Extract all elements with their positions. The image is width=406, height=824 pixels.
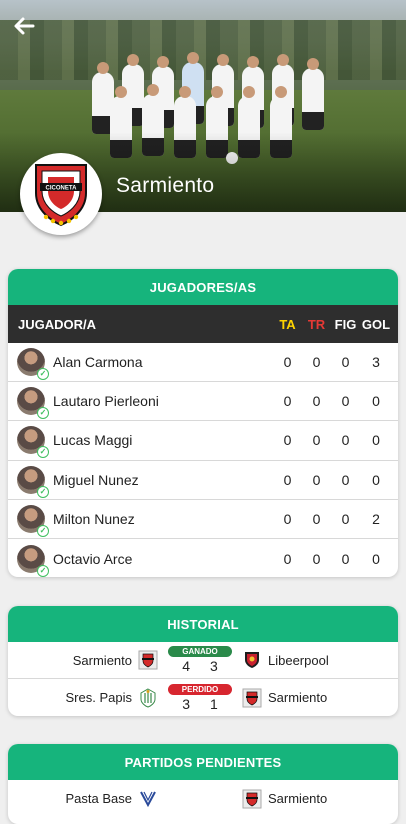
club-shield-icon xyxy=(242,688,262,708)
result-badge-won: GANADO xyxy=(168,646,232,657)
player-ta: 0 xyxy=(283,550,292,567)
player-name: Alan Carmona xyxy=(53,354,143,371)
history-card: HISTORIAL Sarmiento GANADO 4 3 Libeerpoo… xyxy=(8,606,398,716)
player-avatar: ✓ xyxy=(17,426,49,459)
player-avatar: ✓ xyxy=(17,465,49,498)
home-team-name: Sres. Papis xyxy=(65,690,132,705)
player-fig: 0 xyxy=(341,471,350,488)
history-match-row[interactable]: Sres. Papis PERDIDO 3 1 Sarmiento xyxy=(8,679,398,716)
home-team-name: Pasta Base xyxy=(65,791,133,806)
club-shield-icon xyxy=(138,789,158,809)
home-score: 4 xyxy=(182,658,190,674)
player-row[interactable]: ✓ Lautaro Pierleoni 0 0 0 0 xyxy=(8,382,398,422)
check-icon: ✓ xyxy=(37,446,49,459)
player-tr: 0 xyxy=(312,550,321,567)
pending-match-row[interactable]: Pasta Base Sarmiento xyxy=(8,780,398,817)
club-logo: CICONETA xyxy=(20,153,102,235)
player-row[interactable]: ✓ Octavio Arce 0 0 0 0 xyxy=(8,539,398,577)
result-badge-lost: PERDIDO xyxy=(168,683,232,695)
away-score: 3 xyxy=(210,658,218,674)
players-table-header: JUGADOR/A TA TR FIG GOL xyxy=(8,305,398,343)
away-team-name: Sarmiento xyxy=(268,690,328,705)
pending-matches-card: PARTIDOS PENDIENTES Pasta Base Sarmiento xyxy=(8,744,398,824)
player-fig: 0 xyxy=(341,432,350,449)
player-name: Milton Nunez xyxy=(53,510,135,527)
player-tr: 0 xyxy=(312,432,321,449)
player-tr: 0 xyxy=(312,393,321,410)
player-gol: 0 xyxy=(372,393,380,410)
player-tr: 0 xyxy=(312,354,321,371)
player-name: Miguel Nunez xyxy=(53,471,139,488)
player-gol: 3 xyxy=(372,354,380,371)
pending-card-title: PARTIDOS PENDIENTES xyxy=(8,744,398,780)
player-ta: 0 xyxy=(283,432,292,449)
player-avatar: ✓ xyxy=(17,504,49,537)
history-card-title: HISTORIAL xyxy=(8,606,398,642)
column-header-tr: TR xyxy=(307,316,326,332)
player-fig: 0 xyxy=(341,550,350,567)
player-name: Octavio Arce xyxy=(53,550,133,567)
player-tr: 0 xyxy=(312,471,321,488)
column-header-fig: FIG xyxy=(334,316,357,332)
player-gol: 0 xyxy=(372,550,380,567)
match-result: GANADO 4 3 xyxy=(164,646,236,674)
player-row[interactable]: ✓ Milton Nunez 0 0 0 2 xyxy=(8,500,398,539)
player-avatar: ✓ xyxy=(17,387,49,420)
column-header-player: JUGADOR/A xyxy=(18,316,97,332)
player-fig: 0 xyxy=(341,510,350,527)
players-card: JUGADORES/AS JUGADOR/A TA TR FIG GOL ✓ A… xyxy=(8,269,398,577)
player-row[interactable]: ✓ Lucas Maggi 0 0 0 0 xyxy=(8,421,398,461)
player-avatar: ✓ xyxy=(17,544,49,577)
arrow-left-icon[interactable] xyxy=(10,14,38,42)
away-team-name: Sarmiento xyxy=(268,791,328,806)
svg-text:CICONETA: CICONETA xyxy=(46,186,78,192)
club-name-title: Sarmiento xyxy=(116,174,215,197)
home-score: 3 xyxy=(182,695,190,712)
player-gol: 0 xyxy=(372,432,380,449)
player-row[interactable]: ✓ Miguel Nunez 0 0 0 0 xyxy=(8,461,398,500)
player-gol: 0 xyxy=(372,471,380,488)
player-fig: 0 xyxy=(341,393,350,410)
check-icon: ✓ xyxy=(37,485,49,498)
player-ta: 0 xyxy=(283,393,292,410)
column-header-gol: GOL xyxy=(361,316,391,332)
home-team-name: Sarmiento xyxy=(72,652,132,668)
match-result: PERDIDO 3 1 xyxy=(164,683,236,712)
club-shield-icon xyxy=(138,687,158,708)
club-shield-icon xyxy=(242,650,262,670)
player-ta: 0 xyxy=(283,510,292,527)
player-name: Lautaro Pierleoni xyxy=(53,393,159,410)
club-shield-icon xyxy=(138,650,158,670)
player-name: Lucas Maggi xyxy=(53,432,133,449)
check-icon: ✓ xyxy=(37,407,49,420)
player-row[interactable]: ✓ Alan Carmona 0 0 0 3 xyxy=(8,343,398,383)
history-match-row[interactable]: Sarmiento GANADO 4 3 Libeerpool xyxy=(8,642,398,679)
player-fig: 0 xyxy=(341,354,350,371)
player-avatar: ✓ xyxy=(17,348,49,381)
player-ta: 0 xyxy=(283,354,292,371)
players-card-title: JUGADORES/AS xyxy=(8,269,398,305)
player-ta: 0 xyxy=(283,471,292,488)
club-shield-icon xyxy=(242,789,262,809)
check-icon: ✓ xyxy=(37,564,49,577)
check-icon: ✓ xyxy=(37,368,49,381)
away-score: 1 xyxy=(210,695,218,712)
player-tr: 0 xyxy=(312,510,321,527)
away-team-name: Libeerpool xyxy=(268,652,329,668)
check-icon: ✓ xyxy=(37,524,49,537)
column-header-ta: TA xyxy=(279,316,296,332)
player-gol: 2 xyxy=(372,510,380,527)
